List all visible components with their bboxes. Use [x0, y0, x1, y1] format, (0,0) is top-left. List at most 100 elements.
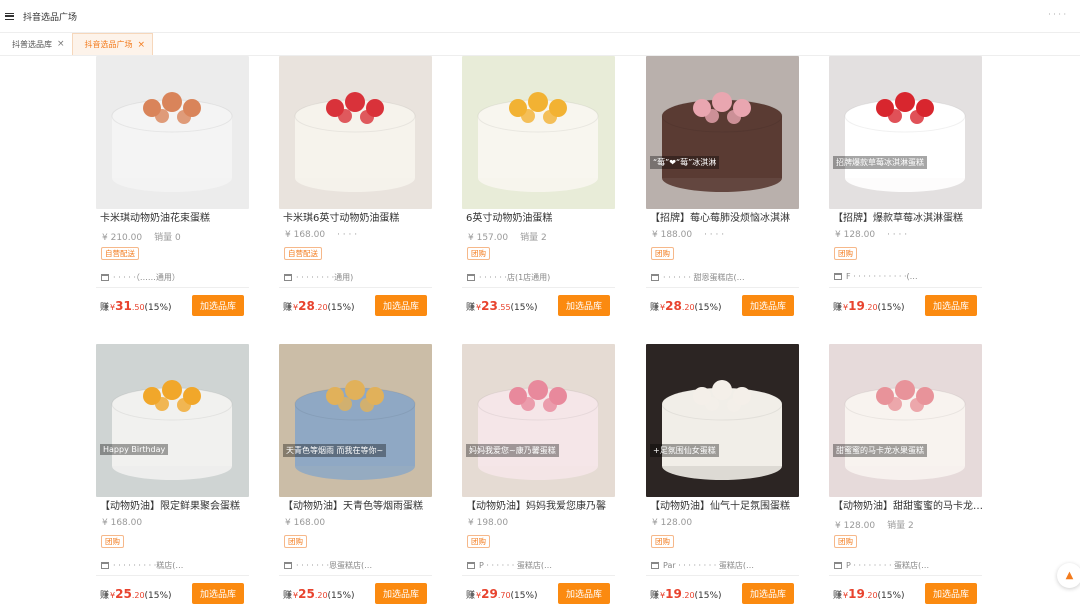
- commission-earn-label: 赚: [283, 303, 293, 313]
- product-price: ¥ 198.00: [468, 518, 509, 528]
- product-title[interactable]: 【动物奶油】妈妈我爱您康乃馨: [466, 497, 616, 512]
- commission: 赚¥19.20(15%): [650, 587, 722, 601]
- product-card[interactable]: 卡米琪动物奶油花束蛋糕 ¥ 210.00 销量 0 自营配送 · · · · ·（……通…: [96, 56, 256, 326]
- user-area[interactable]: · · · ·: [1048, 10, 1066, 19]
- product-title[interactable]: 卡米琪动物奶油花束蛋糕: [100, 209, 250, 224]
- shop-line: Par · · · · · · · · 蛋糕店(…: [651, 560, 801, 571]
- product-title[interactable]: 【动物奶油】天青色等烟雨蛋糕: [283, 497, 433, 512]
- add-to-library-button[interactable]: 加选品库: [558, 295, 610, 316]
- commission-earn-dec: .20: [681, 303, 695, 312]
- commission-earn-int: 29: [481, 587, 498, 601]
- product-price: ¥ 210.00: [102, 233, 143, 243]
- product-card[interactable]: 天青色等烟雨 而我在等你~ 【动物奶油】天青色等烟雨蛋糕 ¥ 168.00 团购 · ·…: [279, 344, 439, 612]
- commission-earn-dec: .50: [131, 303, 145, 312]
- product-card[interactable]: 招牌爆款草莓冰淇淋蛋糕 【招牌】爆款草莓冰淇淋蛋糕 ¥ 128.00 · · · · 团…: [829, 56, 989, 326]
- product-image[interactable]: [646, 56, 799, 209]
- tab-douyin-plaza[interactable]: 抖音选品广场 ×: [71, 33, 154, 55]
- menu-icon[interactable]: [5, 12, 14, 20]
- close-icon[interactable]: ×: [138, 40, 146, 50]
- product-image[interactable]: [646, 344, 799, 497]
- product-card[interactable]: +足氛围仙女蛋糕 【动物奶油】仙气十足氛围蛋糕 ¥ 128.00 团购 Par · · …: [646, 344, 806, 612]
- add-to-library-button[interactable]: 加选品库: [192, 583, 244, 604]
- commission-earn-label: 赚: [100, 303, 110, 313]
- image-caption: 妈妈我爱您~康乃馨蛋糕: [466, 444, 559, 457]
- product-card[interactable]: Happy Birthday 【动物奶油】限定鲜果聚会蛋糕 ¥ 168.00 团购 · …: [96, 344, 256, 612]
- store-icon: [834, 273, 842, 280]
- product-price: ¥ 188.00: [652, 230, 693, 240]
- price-line: ¥ 128.00: [652, 518, 704, 528]
- product-image[interactable]: [829, 56, 982, 209]
- commission-earn-label: 赚: [466, 591, 476, 601]
- image-caption: Happy Birthday: [100, 444, 169, 455]
- sales-count: 销量 0: [154, 233, 181, 243]
- shop-line: · · · · · · 甜恩蛋糕店(…: [651, 272, 801, 283]
- commission: 赚¥25.20(15%): [100, 587, 172, 601]
- commission-rate: (15%): [510, 591, 538, 601]
- shop-name: · · · · · · · ·通用): [296, 273, 354, 282]
- product-title[interactable]: 【动物奶油】限定鲜果聚会蛋糕: [100, 497, 250, 512]
- price-line: ¥ 157.00 销量 2: [468, 230, 547, 243]
- product-card[interactable]: 妈妈我爱您~康乃馨蛋糕 【动物奶油】妈妈我爱您康乃馨 ¥ 198.00 团购 P · ·…: [462, 344, 622, 612]
- back-to-top-button[interactable]: ▲: [1057, 563, 1080, 588]
- store-icon: [467, 562, 475, 569]
- store-icon: [284, 562, 292, 569]
- product-image[interactable]: [96, 56, 249, 209]
- product-title[interactable]: 6英寸动物奶油蛋糕: [466, 209, 616, 224]
- commission-rate: (15%): [510, 303, 538, 313]
- tab-bar: 抖普选品库 × 抖音选品广场 ×: [0, 33, 1080, 56]
- product-card[interactable]: 甜蜜蜜的马卡龙水果蛋糕【动物奶油】甜甜蜜蜜的马卡龙水果蛋糕 ¥ 128.00 销量 …: [829, 344, 989, 612]
- product-image[interactable]: [462, 56, 615, 209]
- product-image[interactable]: [462, 344, 615, 497]
- product-image[interactable]: [279, 56, 432, 209]
- shop-name: · · · · ·（……通用）: [113, 273, 180, 282]
- commission-earn-int: 25: [298, 587, 315, 601]
- add-to-library-button[interactable]: 加选品库: [375, 583, 427, 604]
- store-icon: [467, 274, 475, 281]
- delivery-badge: 自营配送: [284, 247, 322, 260]
- shop-name: Par · · · · · · · · 蛋糕店(…: [663, 561, 755, 570]
- product-card[interactable]: 卡米琪6英寸动物奶油蛋糕 ¥ 168.00 · · · · 自营配送 · · · · ·…: [279, 56, 439, 326]
- store-icon: [284, 274, 292, 281]
- add-to-library-button[interactable]: 加选品库: [375, 295, 427, 316]
- product-card[interactable]: 6英寸动物奶油蛋糕 ¥ 157.00 销量 2 团购 · · · · · ·店(1店通用…: [462, 56, 622, 326]
- add-to-library-button[interactable]: 加选品库: [558, 583, 610, 604]
- commission-rate: (15%): [327, 591, 355, 601]
- product-image[interactable]: [279, 344, 432, 497]
- commission-earn-dec: .20: [314, 303, 328, 312]
- commission-earn-label: 赚: [650, 303, 660, 313]
- commission-rate: (15%): [327, 303, 355, 313]
- product-image[interactable]: [96, 344, 249, 497]
- product-title[interactable]: 【动物奶油】仙气十足氛围蛋糕: [650, 497, 800, 512]
- price-line: ¥ 128.00 · · · ·: [835, 230, 907, 240]
- divider: [462, 575, 615, 576]
- product-title[interactable]: 卡米琪6英寸动物奶油蛋糕: [283, 209, 433, 224]
- product-card[interactable]: “莓”❤“莓”冰淇淋 【招牌】莓心莓肺没烦恼冰淇淋 ¥ 188.00 · · · · 团…: [646, 56, 806, 326]
- shop-line: P · · · · · · 蛋糕店(…: [467, 560, 617, 571]
- product-title[interactable]: 【招牌】爆款草莓冰淇淋蛋糕: [833, 209, 983, 224]
- pink-carnation-cake-icon: [462, 344, 615, 497]
- price-line: ¥ 168.00: [102, 518, 154, 528]
- image-caption: “莓”❤“莓”冰淇淋: [650, 156, 720, 169]
- product-title[interactable]: 【招牌】莓心莓肺没烦恼冰淇淋: [650, 209, 800, 224]
- image-caption: 招牌爆款草莓冰淇淋蛋糕: [833, 156, 927, 169]
- add-to-library-button[interactable]: 加选品库: [925, 295, 977, 316]
- product-image[interactable]: [829, 344, 982, 497]
- tab-douyin-library[interactable]: 抖普选品库 ×: [0, 33, 72, 55]
- divider: [96, 287, 249, 288]
- divider: [279, 287, 432, 288]
- image-caption: 天青色等烟雨 而我在等你~: [283, 444, 387, 457]
- shop-name: · · · · · · 甜恩蛋糕店(…: [663, 273, 745, 282]
- chocolate-strawberry-cake-icon: [646, 56, 799, 209]
- commission-rate: (15%): [877, 591, 905, 601]
- add-to-library-button[interactable]: 加选品库: [742, 295, 794, 316]
- add-to-library-button[interactable]: 加选品库: [925, 583, 977, 604]
- product-title[interactable]: 【动物奶油】甜甜蜜蜜的马卡龙水果蛋糕: [833, 497, 983, 512]
- product-price: ¥ 128.00: [835, 521, 876, 531]
- close-icon[interactable]: ×: [57, 39, 65, 49]
- add-to-library-button[interactable]: 加选品库: [192, 295, 244, 316]
- commission: 赚¥19.20(15%): [833, 587, 905, 601]
- divider: [829, 575, 982, 576]
- mango-birthday-cake-icon: [96, 344, 249, 497]
- add-to-library-button[interactable]: 加选品库: [742, 583, 794, 604]
- commission: 赚¥19.20(15%): [833, 299, 905, 313]
